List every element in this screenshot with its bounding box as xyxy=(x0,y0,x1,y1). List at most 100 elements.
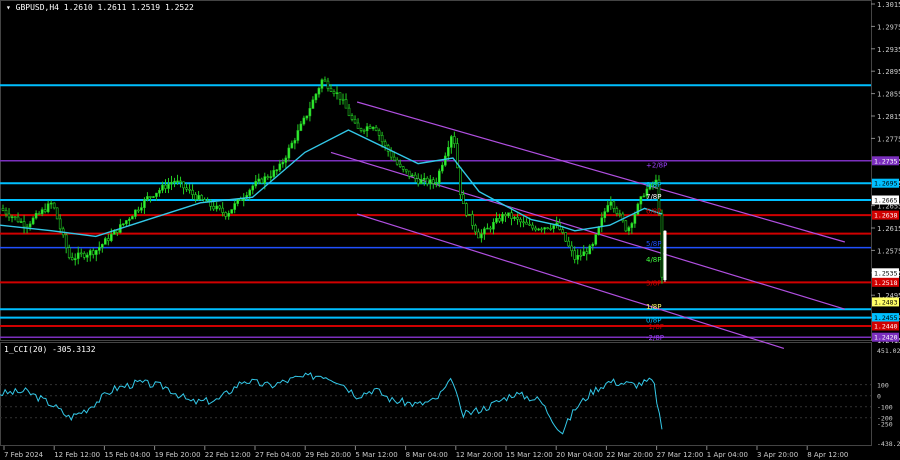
candle-body xyxy=(58,218,62,230)
candle-body xyxy=(389,151,393,158)
candle-body xyxy=(91,250,95,255)
candle-body xyxy=(612,201,616,209)
candle-body xyxy=(353,119,357,124)
candle-body xyxy=(471,214,474,226)
candle-body xyxy=(236,198,240,204)
candle-body xyxy=(371,126,375,129)
candle-body xyxy=(401,166,405,170)
candle-body xyxy=(233,203,236,210)
candle-body xyxy=(489,227,492,230)
candle-body xyxy=(7,213,11,218)
trading-chart[interactable]: 1.3015 1.2975 1.2935 1.2895 1.2855 1.2815 1.27… xyxy=(0,0,900,460)
candle-body xyxy=(125,220,128,225)
candle-body xyxy=(425,177,429,184)
candle-body xyxy=(570,245,573,252)
candle-body xyxy=(504,214,507,217)
candle-body xyxy=(149,196,152,198)
time-tick-label: 27 Mar 12:00 xyxy=(657,451,704,459)
candle-body xyxy=(407,170,411,177)
candle-body xyxy=(200,195,203,200)
candle-body xyxy=(477,231,480,239)
candle-body xyxy=(606,205,610,212)
candle-body xyxy=(600,217,604,228)
murrey-level-label: 3/8P xyxy=(646,279,662,287)
candle-body xyxy=(263,176,267,184)
candle-body xyxy=(474,225,477,233)
candle-body xyxy=(341,98,345,101)
candle-body xyxy=(428,179,432,184)
candle-body xyxy=(335,92,339,94)
candle-body xyxy=(377,130,381,136)
candle-body xyxy=(85,254,89,258)
candle-body xyxy=(513,216,516,219)
time-tick-label: 7 Feb 2024 xyxy=(4,451,44,459)
price-tick-label: 1.2895 xyxy=(877,68,900,76)
candle-body xyxy=(350,115,354,120)
chart-header: ▾ GBPUSD,H4 1.2610 1.2611 1.2519 1.2522 xyxy=(6,3,194,12)
candle-body xyxy=(528,223,531,226)
murrey-level-label: -1/8P xyxy=(646,323,664,331)
candle-body xyxy=(152,196,155,198)
murrey-level-label: 6/8P xyxy=(646,208,662,216)
candle-body xyxy=(88,250,92,256)
candle-body xyxy=(1,208,5,211)
time-tick-label: 15 Mar 12:00 xyxy=(506,451,553,459)
candle-body xyxy=(579,254,583,257)
murrey-level-label: -2/8P xyxy=(646,334,664,342)
candle-body xyxy=(10,216,14,219)
candle-body xyxy=(221,207,224,213)
candle-body xyxy=(94,250,98,255)
candle-body xyxy=(194,194,197,200)
candle-body xyxy=(410,174,414,177)
price-tag-text: 1.2420 xyxy=(874,334,898,342)
candle-body xyxy=(239,198,243,201)
candle-body xyxy=(107,238,110,241)
candle-body xyxy=(70,257,74,261)
candle-body xyxy=(182,181,185,189)
candle-body xyxy=(395,159,399,165)
candle-body xyxy=(170,182,173,185)
candle-body xyxy=(79,252,83,255)
candle-body xyxy=(380,135,384,143)
candle-body xyxy=(537,228,540,231)
candle-body xyxy=(630,223,634,228)
candle-body xyxy=(510,212,513,219)
candle-body xyxy=(594,234,598,245)
price-tick-label: 1.2815 xyxy=(877,113,900,121)
candle-body xyxy=(224,212,227,217)
candle-body xyxy=(173,180,176,183)
candle-body xyxy=(422,177,426,180)
candle-body xyxy=(347,107,351,116)
candle-body xyxy=(49,202,53,205)
candle-body xyxy=(215,205,218,210)
candle-body xyxy=(564,232,567,242)
murrey-level-label: +2/8P xyxy=(646,162,667,170)
candle-body xyxy=(636,203,640,215)
candle-body xyxy=(552,225,555,229)
candle-body xyxy=(413,174,417,179)
time-tick-label: 12 Mar 20:00 xyxy=(456,451,503,459)
candle-body xyxy=(67,247,71,258)
candle-body xyxy=(591,244,595,247)
candle-body xyxy=(332,91,336,94)
price-tick-label: 1.2575 xyxy=(877,247,900,255)
candle-body xyxy=(329,88,333,92)
candle-body xyxy=(305,115,309,119)
candle-body xyxy=(546,227,549,229)
candle-body xyxy=(191,189,194,195)
cci-tick-label: -438.2698 xyxy=(877,440,900,448)
price-tag-text: 1.2518 xyxy=(874,279,898,287)
time-tick-label: 22 Feb 12:00 xyxy=(205,451,251,459)
candle-body xyxy=(275,169,279,172)
time-tick-label: 19 Feb 20:00 xyxy=(155,451,201,459)
candle-body xyxy=(320,79,324,89)
candle-body xyxy=(218,205,221,209)
candle-body xyxy=(444,155,447,166)
time-tick-label: 22 Mar 20:00 xyxy=(606,451,653,459)
candle-body xyxy=(531,224,534,229)
candle-body xyxy=(362,130,366,132)
time-tick-label: 29 Feb 20:00 xyxy=(305,451,351,459)
candle-body xyxy=(561,229,564,233)
candle-body xyxy=(176,180,179,183)
candle-body xyxy=(37,213,41,215)
